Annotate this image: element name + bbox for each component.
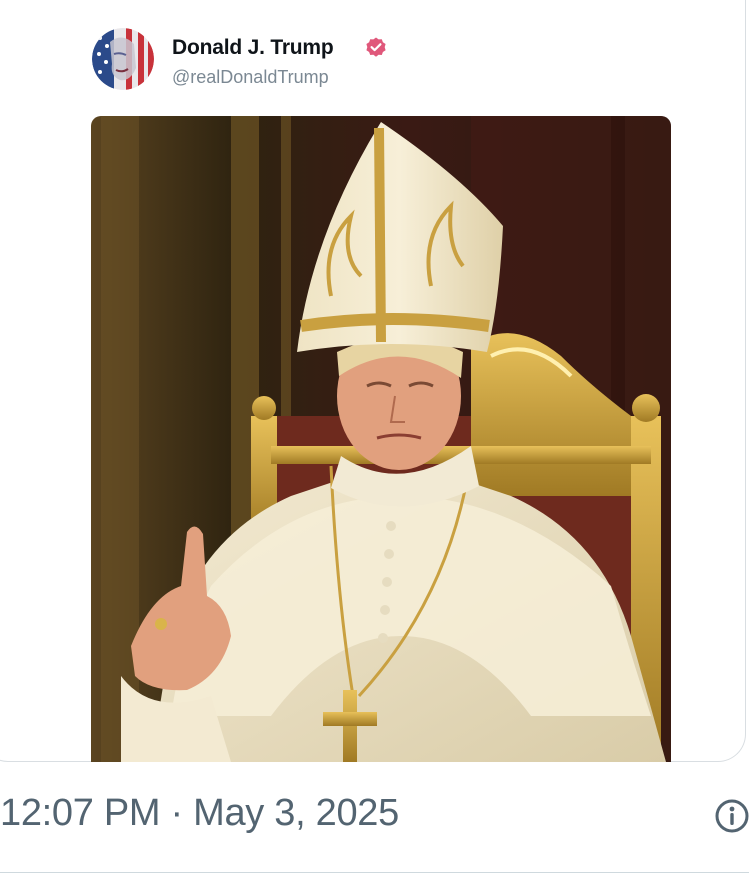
verified-badge-icon [364, 36, 388, 60]
pope-portrait-image [91, 116, 671, 762]
author-handle[interactable]: @realDonaldTrump [172, 67, 329, 88]
info-icon[interactable] [714, 798, 749, 834]
post-page: Donald J. Trump @realDonaldTrump 12:07 P… [0, 0, 749, 880]
avatar-image [92, 28, 154, 90]
post-media-image[interactable] [91, 116, 671, 762]
author-avatar[interactable] [92, 28, 154, 90]
post-timestamp[interactable]: 12:07 PM · May 3, 2025 [0, 792, 399, 835]
author-name[interactable]: Donald J. Trump [172, 36, 334, 60]
bottom-divider [0, 872, 749, 873]
